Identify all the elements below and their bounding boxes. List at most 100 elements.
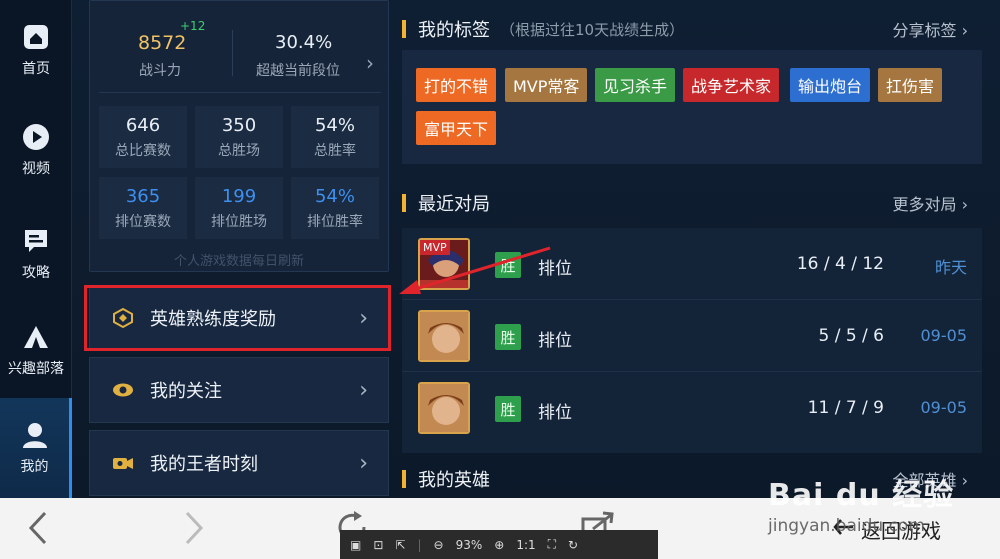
stat-label: 排位胜率 (307, 213, 363, 230)
stat-label: 总比赛数 (115, 142, 171, 159)
tags-panel: 打的不错 MVP常客 见习杀手 战争艺术家 输出炮台 扛伤害 富甲天下 (402, 50, 982, 164)
stat-value: 199 (221, 185, 257, 207)
hero-avatar (418, 382, 470, 434)
zoom-in-icon[interactable]: ⊕ (494, 538, 504, 552)
fit-actual-size-button[interactable]: 1:1 (516, 538, 535, 552)
tag-chip: MVP常客 (505, 68, 588, 102)
stat-value: 54% (314, 185, 355, 207)
highlight-box (84, 285, 391, 351)
stat-cell-ranked-wins: 199 排位胜场 (195, 177, 283, 239)
stat-label: 总胜场 (218, 142, 260, 159)
save-icon[interactable]: ▣ (350, 538, 361, 552)
toolbar-divider: | (417, 537, 422, 552)
win-badge: 胜 (495, 396, 521, 422)
nav-label-home: 首页 (22, 61, 50, 77)
match-row[interactable]: 胜 排位 5 / 5 / 6 09-05 (402, 300, 982, 372)
stats-divider-horizontal (99, 92, 381, 93)
chevron-right-icon: › (359, 450, 368, 476)
menu-label: 我的王者时刻 (150, 454, 258, 475)
match-row[interactable]: 胜 排位 11 / 7 / 9 09-05 (402, 372, 982, 444)
nav-label-profile: 我的 (20, 459, 49, 475)
tag-chip: 见习杀手 (595, 68, 676, 102)
tribe-icon (21, 322, 51, 352)
nav-item-profile[interactable]: 我的 (0, 398, 72, 498)
stat-value: 54% (314, 114, 355, 136)
stat-label: 排位赛数 (115, 213, 171, 230)
export-icon[interactable]: ⇱ (395, 538, 405, 552)
nav-label-video: 视频 (22, 161, 50, 177)
image-viewer-toolbar: ▣ ⊡ ⇱ | ⊖ 93% ⊕ 1:1 ⛶ ↻ (340, 530, 658, 559)
rotate-icon[interactable]: ↻ (568, 538, 578, 552)
back-arrow-icon[interactable] (24, 510, 52, 546)
match-kda: 11 / 7 / 9 (807, 398, 884, 418)
zoom-level: 93% (455, 537, 483, 552)
hero-avatar (418, 310, 470, 362)
eye-icon (112, 379, 134, 401)
refresh-note: 个人游戏数据每日刷新 (173, 254, 304, 269)
menu-my-moments[interactable]: 我的王者时刻 › (89, 430, 389, 496)
rank-label[interactable]: 超越当前段位 (256, 60, 340, 80)
play-icon (21, 122, 51, 152)
stat-cell-ranked-winrate: 54% 排位胜率 (291, 177, 379, 239)
menu-my-follows[interactable]: 我的关注 › (89, 357, 389, 423)
stat-value: 350 (221, 114, 257, 136)
tags-section-header: 我的标签 （根据过往10天战绩生成） 分享标签 › (402, 6, 982, 52)
guide-icon (21, 226, 51, 256)
power-value: 8572 (138, 32, 187, 54)
match-mode: 排位 (538, 403, 572, 423)
stat-cell-ranked-matches: 365 排位赛数 (99, 177, 187, 239)
section-title: 我的标签 (418, 20, 490, 41)
section-title: 我的英雄 (418, 470, 490, 491)
match-kda: 16 / 4 / 12 (796, 254, 884, 274)
recent-section-header: 最近对局 更多对局 › (402, 180, 982, 226)
stat-value: 365 (125, 185, 161, 207)
nav-item-guide[interactable]: 攻略 (0, 204, 72, 304)
match-mode: 排位 (538, 331, 572, 351)
match-date: 09-05 (920, 326, 968, 345)
rank-percent[interactable]: 30.4% (275, 32, 332, 53)
home-icon (21, 22, 51, 52)
tag-chip: 输出炮台 (790, 68, 871, 102)
match-date: 09-05 (920, 398, 968, 417)
nav-item-tribe[interactable]: 兴趣部落 (0, 300, 72, 400)
stats-divider (232, 30, 233, 76)
section-accent-bar (402, 470, 406, 488)
share-tags-link[interactable]: 分享标签 › (893, 17, 969, 41)
match-kda: 5 / 5 / 6 (818, 326, 884, 346)
app-root: 首页 视频 攻略 兴趣部落 我的 8572 +12 战斗力 30.4% 超越当前… (0, 0, 1000, 559)
tag-chip: 战争艺术家 (683, 68, 780, 102)
win-badge: 胜 (495, 324, 521, 350)
more-matches-link[interactable]: 更多对局 › (893, 191, 969, 215)
stat-label: 总胜率 (314, 142, 356, 159)
nav-item-home[interactable]: 首页 (0, 0, 72, 100)
profile-icon (20, 420, 50, 450)
section-accent-bar (402, 194, 406, 212)
zoom-out-icon[interactable]: ⊖ (434, 538, 444, 552)
nav-label-tribe: 兴趣部落 (8, 361, 64, 377)
watermark-url: jingyan.baidu.com (768, 516, 925, 536)
power-label: 战斗力 (139, 63, 181, 79)
fit-window-icon[interactable]: ⛶ (548, 537, 556, 552)
stat-value: 646 (125, 114, 161, 136)
nav-label-guide: 攻略 (22, 265, 50, 281)
video-camera-icon (112, 452, 134, 474)
section-accent-bar (402, 20, 406, 38)
tag-chip: 扛伤害 (878, 68, 943, 102)
section-title: 最近对局 (418, 194, 490, 215)
nav-item-video[interactable]: 视频 (0, 100, 72, 200)
side-nav: 首页 视频 攻略 兴趣部落 我的 (0, 0, 72, 498)
match-date: 昨天 (934, 258, 967, 277)
chevron-right-icon: › (359, 377, 368, 403)
forward-arrow-icon[interactable] (180, 510, 208, 546)
power-delta: +12 (180, 19, 206, 33)
tag-chip: 富甲天下 (416, 111, 497, 145)
crop-icon[interactable]: ⊡ (373, 538, 383, 552)
stat-label: 排位胜场 (211, 213, 267, 230)
menu-label: 我的关注 (150, 381, 222, 402)
stat-cell-total-winrate: 54% 总胜率 (291, 106, 379, 168)
tag-chip: 打的不错 (416, 68, 497, 102)
chevron-right-icon[interactable]: › (366, 51, 374, 75)
baidu-watermark: Bai du 经验 (768, 478, 955, 513)
share-tags-label: 分享标签 (892, 21, 957, 40)
annotation-arrow (399, 246, 551, 294)
